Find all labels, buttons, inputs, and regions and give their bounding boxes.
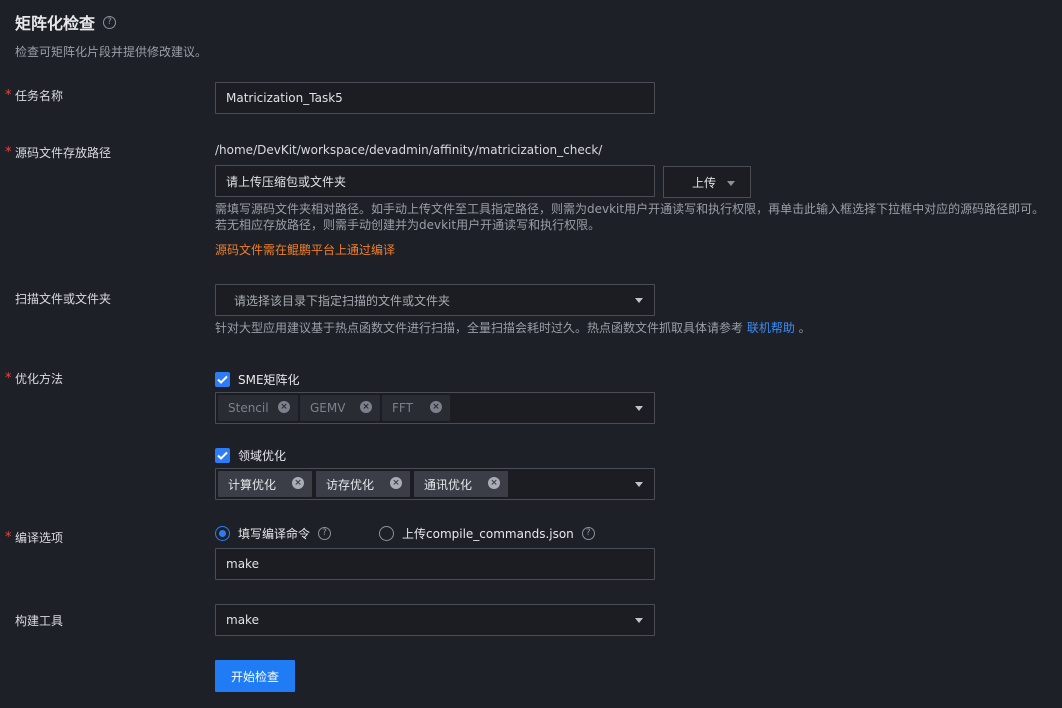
- required-mark: *: [5, 371, 12, 386]
- chevron-down-icon: [727, 181, 735, 186]
- required-mark: *: [5, 88, 12, 103]
- help-icon[interactable]: ?: [581, 527, 595, 540]
- tag-label: 访存优化: [326, 477, 375, 492]
- sme-option-label: SME矩阵化: [238, 373, 300, 387]
- source-path-warning: 源码文件需在鲲鹏平台上通过编译: [215, 243, 396, 257]
- source-path-hint-1: 需填写源码文件夹相对路径。如手动上传文件至工具指定路径，则需为devkit用户开…: [215, 202, 1045, 216]
- scan-select[interactable]: 请选择该目录下指定扫描的文件或文件夹: [215, 284, 655, 316]
- tag-memory: 访存优化 ×: [316, 471, 410, 497]
- tag-label: 计算优化: [228, 477, 277, 492]
- checkbox-checked-icon[interactable]: [215, 448, 230, 463]
- build-tool-label-text: 构建工具: [15, 614, 64, 628]
- scan-hint: 针对大型应用建议基于热点函数文件进行扫描，全量扫描会耗时过久。热点函数文件抓取具…: [215, 320, 811, 336]
- close-icon: ×: [360, 401, 372, 413]
- tag-label: Stencil: [228, 401, 269, 415]
- compile-label: * 编译选项: [5, 529, 64, 546]
- optimization-label-text: 优化方法: [15, 372, 64, 386]
- sme-multiselect[interactable]: Stencil × GEMV × FFT ×: [215, 392, 655, 424]
- tag-fft: FFT ×: [382, 395, 450, 421]
- chevron-down-icon: [635, 406, 643, 411]
- task-name-label: * 任务名称: [5, 87, 64, 104]
- tag-compute: 计算优化 ×: [218, 471, 312, 497]
- build-tool-select[interactable]: make: [215, 604, 655, 636]
- task-name-value: Matricization_Task5: [226, 91, 343, 105]
- online-help-link[interactable]: 联机帮助: [747, 321, 795, 335]
- radio-fill-command[interactable]: 填写编译命令 ?: [215, 525, 332, 542]
- source-path-value: 请上传压缩包或文件夹: [226, 174, 347, 189]
- close-icon: ×: [278, 401, 290, 413]
- close-icon[interactable]: ×: [292, 477, 304, 489]
- page-title-text: 矩阵化检查: [15, 14, 96, 33]
- tag-label: 通讯优化: [424, 477, 473, 492]
- required-mark: *: [5, 530, 12, 545]
- compile-command-input[interactable]: make: [215, 548, 655, 580]
- scan-hint-end: 。: [794, 321, 811, 335]
- radio-unselected-icon[interactable]: [379, 526, 394, 541]
- compile-label-text: 编译选项: [15, 531, 64, 545]
- required-mark: *: [5, 145, 12, 160]
- page-title: 矩阵化检查 ?: [15, 10, 117, 34]
- domain-option[interactable]: 领域优化: [215, 447, 286, 464]
- chevron-down-icon: [635, 482, 643, 487]
- radio-fill-label: 填写编译命令: [238, 527, 311, 541]
- build-tool-label: 构建工具: [15, 612, 63, 629]
- source-path-label-text: 源码文件存放路径: [15, 146, 112, 160]
- close-icon[interactable]: ×: [390, 477, 402, 489]
- source-base-path: /home/DevKit/workspace/devadmin/affinity…: [215, 143, 603, 157]
- compile-command-value: make: [226, 557, 259, 571]
- task-name-input[interactable]: Matricization_Task5: [215, 82, 655, 114]
- source-path-input[interactable]: 请上传压缩包或文件夹: [215, 165, 655, 197]
- source-path-label: * 源码文件存放路径: [5, 144, 112, 161]
- chevron-down-icon: [635, 618, 643, 623]
- chevron-down-icon: [635, 298, 643, 303]
- upload-button[interactable]: 上传: [663, 166, 751, 198]
- sme-option[interactable]: SME矩阵化: [215, 371, 300, 388]
- scan-hint-text: 针对大型应用建议基于热点函数文件进行扫描，全量扫描会耗时过久。热点函数文件抓取具…: [215, 321, 747, 335]
- start-check-label: 开始检查: [230, 669, 279, 684]
- help-icon[interactable]: ?: [318, 527, 332, 540]
- tag-gemv: GEMV ×: [300, 395, 380, 421]
- start-check-button[interactable]: 开始检查: [215, 660, 295, 692]
- optimization-label: * 优化方法: [5, 370, 64, 387]
- scan-placeholder: 请选择该目录下指定扫描的文件或文件夹: [234, 293, 451, 308]
- page-subtitle: 检查可矩阵化片段并提供修改建议。: [15, 45, 208, 59]
- domain-option-label: 领域优化: [238, 449, 287, 463]
- radio-upload-label: 上传compile_commands.json: [402, 527, 574, 541]
- radio-selected-icon[interactable]: [215, 526, 230, 541]
- scan-label-text: 扫描文件或文件夹: [15, 292, 112, 306]
- tag-label: FFT: [392, 401, 413, 415]
- build-tool-value: make: [226, 613, 259, 627]
- tag-communication: 通讯优化 ×: [414, 471, 508, 497]
- radio-upload-json[interactable]: 上传compile_commands.json ?: [379, 525, 595, 542]
- scan-label: 扫描文件或文件夹: [15, 290, 111, 307]
- tag-stencil: Stencil ×: [218, 395, 298, 421]
- task-name-label-text: 任务名称: [15, 89, 64, 103]
- domain-multiselect[interactable]: 计算优化 × 访存优化 × 通讯优化 ×: [215, 468, 655, 500]
- close-icon[interactable]: ×: [488, 477, 500, 489]
- checkbox-checked-icon[interactable]: [215, 372, 230, 387]
- help-icon[interactable]: ?: [103, 15, 117, 29]
- source-path-hint-2: 若无相应存放路径，则需手动创建并为devkit用户开通读写和执行权限。: [215, 218, 601, 232]
- close-icon: ×: [430, 401, 442, 413]
- upload-button-label: 上传: [692, 175, 717, 190]
- tag-label: GEMV: [310, 401, 346, 415]
